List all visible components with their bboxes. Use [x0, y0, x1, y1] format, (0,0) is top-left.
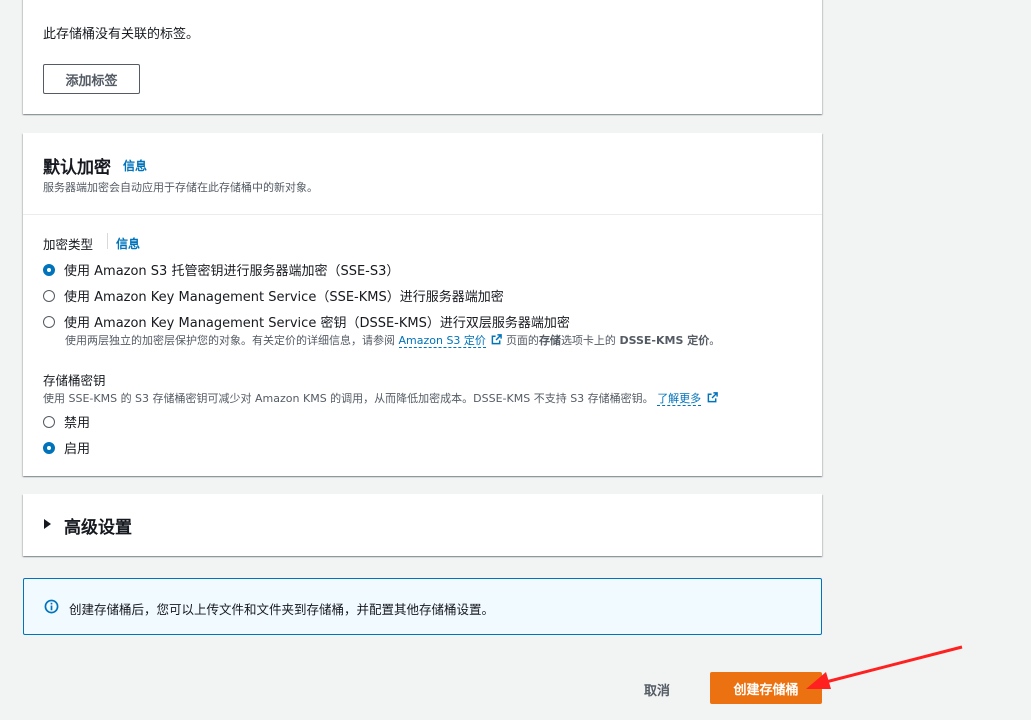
- learn-more-link[interactable]: 了解更多: [657, 392, 702, 406]
- encryption-title: 默认加密: [43, 158, 111, 178]
- tags-empty-text: 此存储桶没有关联的标签。: [43, 27, 200, 42]
- info-icon: [44, 599, 59, 614]
- encryption-header: 默认加密 信息 服务器端加密会自动应用于存储在此存储桶中的新对象。: [23, 133, 822, 215]
- dsse-desc-mid: 页面的: [505, 334, 539, 347]
- dsse-desc-end: 。: [709, 334, 721, 347]
- radio-label-sse-kms: 使用 Amazon Key Management Service（SSE-KMS…: [64, 290, 504, 305]
- radio-label-disable: 禁用: [64, 416, 91, 431]
- radio-sse-kms[interactable]: 使用 Amazon Key Management Service（SSE-KMS…: [43, 286, 504, 305]
- radio-indicator-sse-s3[interactable]: [43, 263, 55, 276]
- encryption-type-label: 加密类型: [43, 237, 94, 252]
- radio-bucket-key-enable[interactable]: 启用: [43, 438, 90, 457]
- dsse-desc-mid2: 选项卡上的: [560, 334, 616, 347]
- advanced-settings-title[interactable]: 高级设置: [64, 513, 132, 538]
- encryption-type-info-link[interactable]: 信息: [116, 235, 140, 252]
- radio-indicator-sse-kms[interactable]: [43, 289, 55, 302]
- radio-sse-s3[interactable]: 使用 Amazon S3 托管密钥进行服务器端加密（SSE-S3）: [43, 260, 399, 279]
- cancel-button[interactable]: 取消: [644, 680, 670, 699]
- external-link-icon: [707, 392, 718, 403]
- info-alert: 创建存储桶后，您可以上传文件和文件夹到存储桶，并配置其他存储桶设置。: [23, 578, 822, 635]
- radio-bucket-key-disable[interactable]: 禁用: [43, 412, 90, 431]
- radio-indicator-dsse-kms[interactable]: [43, 315, 55, 328]
- dsse-kms-description: 使用两层独立的加密层保护您的对象。有关定价的详细信息，请参阅 Amazon S3…: [65, 332, 720, 348]
- create-bucket-button[interactable]: 创建存储桶: [710, 672, 822, 704]
- bucket-key-desc-text: 使用 SSE-KMS 的 S3 存储桶密钥可减少对 Amazon KMS 的调用…: [43, 392, 654, 405]
- label-divider: [107, 233, 108, 249]
- add-tag-button[interactable]: 添加标签: [43, 64, 140, 94]
- encryption-info-link[interactable]: 信息: [123, 157, 147, 174]
- radio-dsse-kms[interactable]: 使用 Amazon Key Management Service 密钥（DSSE…: [43, 312, 570, 331]
- dsse-desc-prefix: 使用两层独立的加密层保护您的对象。有关定价的详细信息，请参阅: [65, 334, 395, 347]
- encryption-description: 服务器端加密会自动应用于存储在此存储桶中的新对象。: [43, 181, 318, 194]
- dsse-desc-storage: 存储: [538, 334, 561, 347]
- advanced-settings-panel[interactable]: 高级设置: [23, 494, 822, 556]
- radio-indicator-disable[interactable]: [43, 415, 55, 428]
- bucket-key-label: 存储桶密钥: [43, 373, 106, 388]
- info-alert-text: 创建存储桶后，您可以上传文件和文件夹到存储桶，并配置其他存储桶设置。: [69, 602, 495, 617]
- radio-indicator-enable[interactable]: [43, 441, 55, 454]
- dsse-desc-pricing: DSSE-KMS 定价: [619, 334, 710, 347]
- default-encryption-panel: 默认加密 信息 服务器端加密会自动应用于存储在此存储桶中的新对象。 加密类型 信…: [23, 133, 822, 476]
- radio-label-dsse-kms: 使用 Amazon Key Management Service 密钥（DSSE…: [64, 316, 570, 331]
- radio-label-enable: 启用: [64, 442, 91, 457]
- caret-right-icon[interactable]: [44, 519, 51, 529]
- s3-pricing-link[interactable]: Amazon S3 定价: [398, 334, 486, 348]
- tags-panel: 此存储桶没有关联的标签。 添加标签: [23, 0, 822, 114]
- external-link-icon: [492, 334, 503, 345]
- bucket-key-description: 使用 SSE-KMS 的 S3 存储桶密钥可减少对 Amazon KMS 的调用…: [43, 390, 718, 406]
- radio-label-sse-s3: 使用 Amazon S3 托管密钥进行服务器端加密（SSE-S3）: [64, 264, 400, 279]
